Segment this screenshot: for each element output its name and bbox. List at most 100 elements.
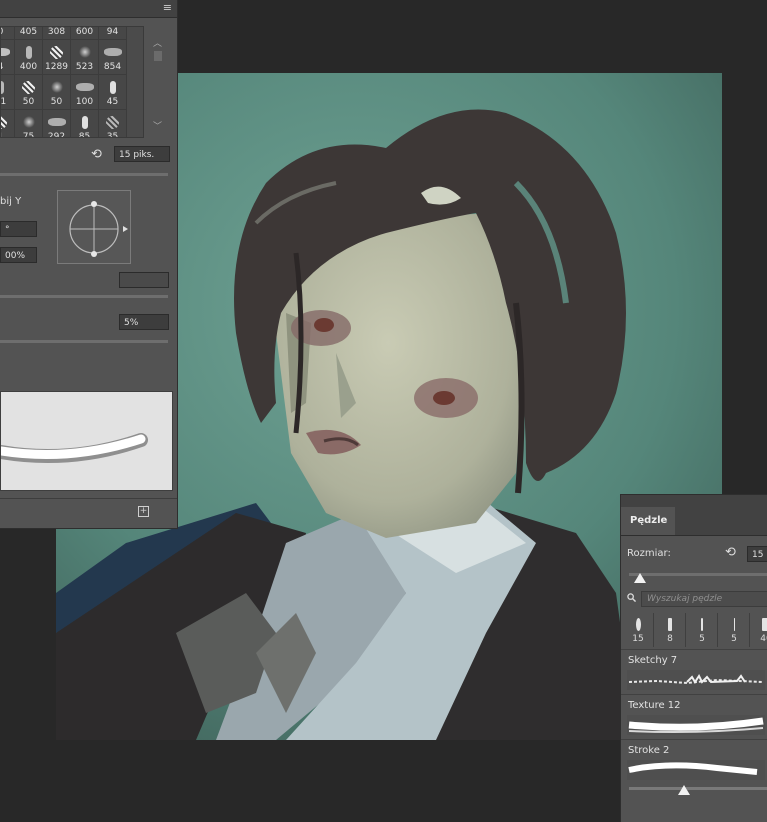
brush-preset-icon [655, 617, 685, 633]
brush-tip-size: 94 [106, 27, 119, 37]
preview-stroke [1, 433, 148, 463]
brush-settings-panel: ≡ 0 405 308 600 94 4 400 1289 523 854 21 50 50 100 45 1… [0, 0, 178, 529]
brush-tip-size: 21 [0, 97, 7, 107]
brush-tip-size: 85 [78, 132, 91, 138]
search-icon [627, 593, 636, 602]
brush-tip-size: 100 [75, 97, 94, 107]
brush-tip-cell[interactable]: 50 [15, 75, 43, 110]
brush-preset-size: 5 [731, 634, 737, 644]
brush-tip-size: 308 [47, 27, 66, 37]
brush-preset[interactable]: 15 [623, 613, 654, 647]
brush-preset-icon [751, 617, 767, 633]
brush-stroke-thumbnail [627, 715, 765, 735]
reset-icon[interactable]: ⟲ [91, 148, 102, 161]
brush-tip-size: 35 [106, 132, 119, 138]
brush-size-slider-track[interactable] [629, 573, 767, 576]
brush-search-input[interactable]: Wyszukaj pędzle [641, 591, 767, 607]
brush-tip-cell[interactable]: 400 [15, 40, 43, 75]
spacing-field[interactable]: 5% [119, 314, 169, 330]
brush-stroke-preview [0, 391, 173, 491]
brush-size-field[interactable]: 15 [747, 546, 767, 562]
new-brush-icon[interactable]: + [138, 506, 149, 517]
brush-tip-size: 50 [50, 97, 63, 107]
tab-brushes[interactable]: Pędzle [621, 507, 676, 535]
brush-tip-cell[interactable]: 75 [15, 110, 43, 138]
brush-tip-icon [1, 81, 14, 95]
spacing-slider-track[interactable] [0, 340, 168, 343]
brush-tip-icon [15, 81, 42, 95]
brush-preset-size: 8 [667, 634, 673, 644]
thumbnail-size-slider-thumb[interactable] [678, 785, 690, 795]
angle-field[interactable]: ° [0, 221, 37, 237]
brush-tip-cell[interactable]: 4 [1, 40, 15, 75]
size-reset-icon[interactable]: ⟲ [725, 546, 736, 559]
brush-name: Sketchy 7 [628, 655, 678, 666]
brush-preset[interactable]: 40 [751, 613, 767, 647]
brush-tip-cell[interactable]: 85 [71, 110, 99, 138]
brush-preset-icon [687, 617, 717, 633]
brush-stroke-thumbnail [627, 670, 765, 690]
brush-item[interactable]: Sketchy 7 [621, 649, 767, 694]
thumbnail-size-slider-track[interactable] [629, 787, 767, 790]
brush-tip-cell[interactable]: 292 [43, 110, 71, 137]
brush-preset[interactable]: 5 [719, 613, 750, 647]
brush-tip-icon [43, 46, 70, 60]
brush-tip-cell[interactable]: 21 [0, 75, 15, 110]
size-slider-track[interactable] [0, 173, 168, 176]
brush-size-slider-thumb[interactable] [634, 573, 646, 583]
panel-footer: + [0, 498, 177, 529]
brush-tip-cell[interactable]: 100 [71, 75, 99, 110]
brush-tip-icon [99, 81, 126, 95]
brush-tip-cell[interactable]: 35 [99, 110, 127, 138]
brush-tip-cell[interactable]: 50 [43, 75, 71, 110]
brush-preset[interactable]: 5 [687, 613, 718, 647]
scroll-thumb[interactable] [154, 51, 162, 61]
tip-grid-scrollbar[interactable]: ︿ ﹀ [150, 36, 166, 136]
hardness-slider-track[interactable] [0, 295, 168, 298]
brush-preset[interactable]: 8 [655, 613, 686, 647]
brush-tip-size: 75 [22, 132, 35, 138]
brush-tip-icon [71, 116, 98, 130]
brush-tip-size: 405 [19, 27, 38, 37]
panel-menu-icon[interactable]: ≡ [163, 1, 172, 15]
brush-tip-icon [1, 46, 14, 60]
brush-tip-icon [43, 81, 70, 95]
brush-tip-cell[interactable]: 405 [15, 27, 43, 40]
brush-tip-cell[interactable]: 0 [1, 27, 15, 40]
angle-roundness-widget[interactable] [57, 190, 131, 264]
brush-tip-size: 400 [19, 62, 38, 72]
brush-tip-size: 854 [103, 62, 122, 72]
scroll-up-icon[interactable]: ︿ [153, 36, 162, 49]
brush-tip-cell[interactable]: 1 [1, 110, 15, 137]
brush-tip-icon [99, 116, 126, 130]
brush-tip-size: 4 [1, 62, 14, 72]
brushes-panel: Pędzle Rozmiar: ⟲ 15 Wyszukaj pędzle Ske… [620, 494, 767, 822]
brush-tip-icon [15, 46, 42, 60]
panel-header: ≡ [0, 0, 177, 18]
scroll-down-icon[interactable]: ﹀ [153, 119, 162, 132]
brush-tip-icon [99, 46, 126, 60]
size-field[interactable]: 15 piks. [114, 146, 170, 162]
disabled-field [119, 272, 169, 288]
brush-tip-cell[interactable]: 854 [99, 40, 127, 75]
brush-item[interactable]: Texture 12 [621, 694, 767, 739]
brush-tip-icon [71, 81, 98, 95]
brush-name: Stroke 2 [628, 745, 670, 756]
brush-tip-icon [71, 46, 98, 60]
brush-preset-size: 40 [760, 634, 767, 644]
size-label: Rozmiar: [627, 548, 671, 559]
brush-tip-cell[interactable]: 45 [99, 75, 127, 110]
brush-preset-icon [719, 617, 749, 633]
brush-tip-cell[interactable]: 94 [99, 27, 127, 40]
brush-tip-cell[interactable]: 523 [71, 40, 99, 75]
brush-tip-cell[interactable]: 1289 [43, 40, 71, 75]
brush-item[interactable]: Stroke 2 [621, 739, 767, 784]
brush-tip-size: 45 [106, 97, 119, 107]
brush-tip-cell[interactable]: 308 [43, 27, 71, 40]
brush-tip-size: 523 [75, 62, 94, 72]
brush-tip-grid: 0 405 308 600 94 4 400 1289 523 854 21 50 50 100 45 1 75… [0, 26, 144, 138]
brush-tip-size: 0 [1, 27, 14, 37]
roundness-field[interactable]: 00% [0, 247, 37, 263]
flip-y-label: bij Y [0, 196, 22, 207]
brush-tip-cell[interactable]: 600 [71, 27, 99, 40]
